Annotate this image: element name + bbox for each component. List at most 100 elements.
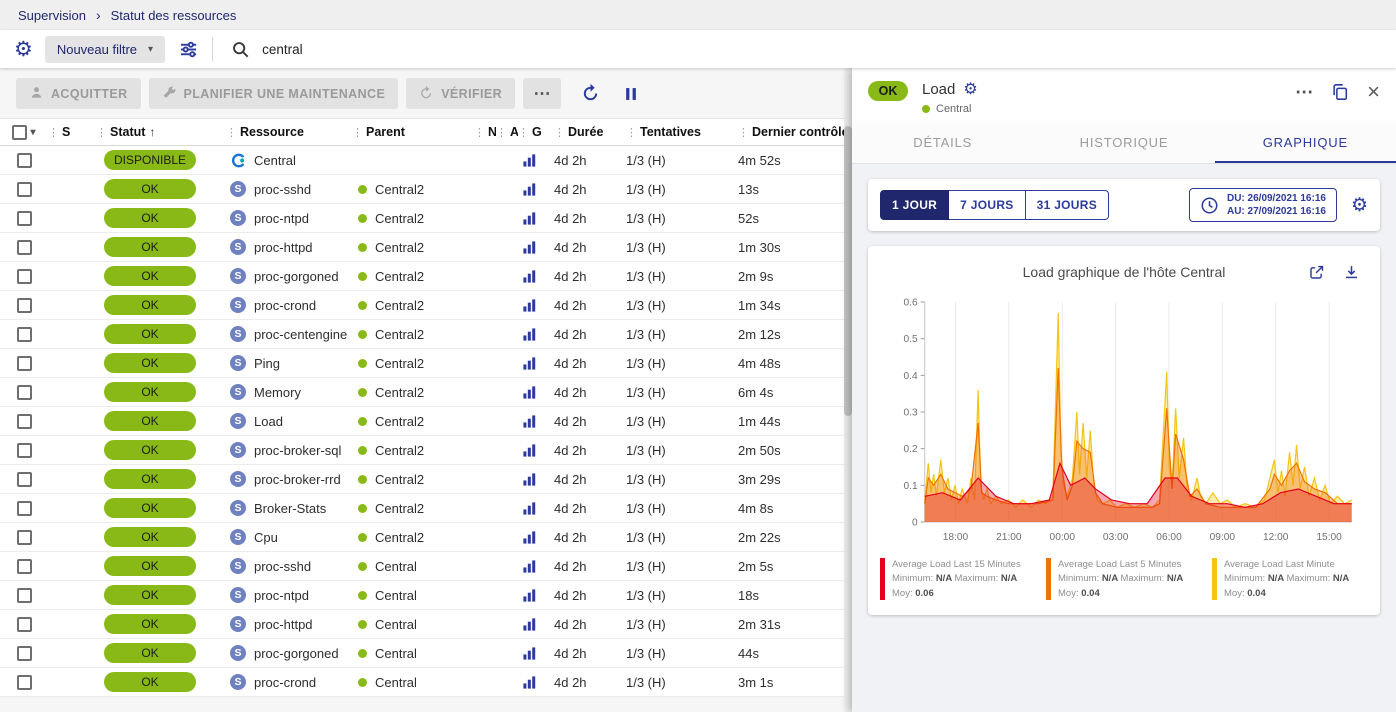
row-checkbox[interactable] [17, 211, 32, 226]
row-checkbox[interactable] [17, 269, 32, 284]
resource-name[interactable]: Ping [254, 356, 280, 371]
parent-name[interactable]: Central2 [375, 240, 424, 255]
date-range-picker[interactable]: DU: 26/09/2021 16:16 AU: 27/09/2021 16:1… [1189, 188, 1337, 222]
resource-name[interactable]: proc-gorgoned [254, 269, 339, 284]
parent-name[interactable]: Central2 [375, 327, 424, 342]
graph-icon[interactable] [522, 443, 537, 458]
header-severity[interactable]: ⋮ S [48, 125, 96, 139]
row-checkbox[interactable] [17, 182, 32, 197]
parent-name[interactable]: Central [375, 646, 417, 661]
row-checkbox[interactable] [17, 617, 32, 632]
check-button[interactable]: VÉRIFIER [406, 78, 515, 109]
graph-icon[interactable] [522, 240, 537, 255]
header-graph[interactable]: ⋮ G [518, 125, 554, 139]
parent-name[interactable]: Central2 [375, 530, 424, 545]
scrollbar-thumb[interactable] [844, 126, 852, 416]
table-row[interactable]: OK S proc-broker-sql Central2 4d 2h 1/3 … [0, 436, 852, 465]
row-checkbox[interactable] [17, 385, 32, 400]
time-range-button[interactable]: 31 JOURS [1026, 190, 1109, 220]
select-all-caret-icon[interactable]: ▾ [30, 127, 35, 138]
table-row[interactable]: OK S Memory Central2 4d 2h 1/3 (H) 6m 4s [0, 378, 852, 407]
row-checkbox[interactable] [17, 646, 32, 661]
graph-icon[interactable] [522, 675, 537, 690]
header-parent[interactable]: ⋮ Parent [352, 125, 474, 139]
parent-name[interactable]: Central2 [375, 472, 424, 487]
resource-name[interactable]: proc-ntpd [254, 211, 309, 226]
resource-name[interactable]: proc-gorgoned [254, 646, 339, 661]
graph-icon[interactable] [522, 182, 537, 197]
resource-name[interactable]: proc-crond [254, 675, 316, 690]
breadcrumb-root[interactable]: Supervision [18, 8, 86, 23]
resource-name[interactable]: proc-broker-rrd [254, 472, 341, 487]
parent-name[interactable]: Central2 [375, 414, 424, 429]
open-in-new-icon[interactable] [1306, 262, 1327, 283]
tab-graphique[interactable]: GRAPHIQUE [1215, 122, 1396, 163]
header-status[interactable]: ⋮ Statut ↑ [96, 125, 226, 139]
graph-icon[interactable] [522, 559, 537, 574]
header-duration[interactable]: ⋮ Durée [554, 125, 626, 139]
graph-icon[interactable] [522, 356, 537, 371]
table-row[interactable]: OK S proc-broker-rrd Central2 4d 2h 1/3 … [0, 465, 852, 494]
row-checkbox[interactable] [17, 501, 32, 516]
refresh-icon[interactable] [579, 82, 602, 105]
row-checkbox[interactable] [17, 298, 32, 313]
row-checkbox[interactable] [17, 240, 32, 255]
graph-icon[interactable] [522, 211, 537, 226]
row-checkbox[interactable] [17, 559, 32, 574]
resource-name[interactable]: proc-sshd [254, 182, 311, 197]
resource-settings-gear-icon[interactable]: ⚙ [963, 82, 977, 98]
tab-details[interactable]: DÉTAILS [852, 122, 1033, 163]
header-acknowledged[interactable]: ⋮ A [496, 125, 518, 139]
header-resource[interactable]: ⋮ Ressource [226, 125, 352, 139]
table-row[interactable]: OK S proc-centengine Central2 4d 2h 1/3 … [0, 320, 852, 349]
graph-icon[interactable] [522, 646, 537, 661]
resource-name[interactable]: proc-sshd [254, 559, 311, 574]
row-checkbox[interactable] [17, 472, 32, 487]
row-checkbox[interactable] [17, 153, 32, 168]
breadcrumb-current[interactable]: Statut des ressources [111, 8, 237, 23]
graph-icon[interactable] [522, 153, 537, 168]
table-row[interactable]: OK S proc-crond Central 4d 2h 1/3 (H) 3m… [0, 668, 852, 697]
search-input[interactable] [262, 42, 822, 57]
row-checkbox[interactable] [17, 414, 32, 429]
parent-name[interactable]: Central [375, 559, 417, 574]
resource-name[interactable]: Cpu [254, 530, 278, 545]
resource-name[interactable]: proc-centengine [254, 327, 347, 342]
plan-maintenance-button[interactable]: PLANIFIER UNE MAINTENANCE [149, 78, 399, 109]
row-checkbox[interactable] [17, 356, 32, 371]
table-row[interactable]: OK S proc-sshd Central 4d 2h 1/3 (H) 2m … [0, 552, 852, 581]
filter-settings-gear-icon[interactable]: ⚙ [14, 39, 33, 60]
resource-name[interactable]: proc-ntpd [254, 588, 309, 603]
more-actions-button[interactable]: ⋯ [523, 78, 561, 109]
acknowledge-button[interactable]: ACQUITTER [16, 78, 141, 109]
resource-name[interactable]: Central [254, 153, 296, 168]
close-icon[interactable]: × [1367, 81, 1380, 103]
graph-icon[interactable] [522, 327, 537, 342]
header-last-check[interactable]: ⋮ Dernier contrôle [738, 125, 852, 139]
table-row[interactable]: OK S proc-sshd Central2 4d 2h 1/3 (H) 13… [0, 175, 852, 204]
copy-link-icon[interactable] [1329, 81, 1351, 103]
table-scrollbar[interactable] [844, 68, 852, 712]
graph-settings-gear-icon[interactable]: ⚙ [1351, 196, 1368, 215]
table-row[interactable]: OK S proc-crond Central2 4d 2h 1/3 (H) 1… [0, 291, 852, 320]
load-chart[interactable]: 18:0021:0000:0003:0006:0009:0012:0015:00… [880, 288, 1368, 550]
table-row[interactable]: OK S Ping Central2 4d 2h 1/3 (H) 4m 48s [0, 349, 852, 378]
table-row[interactable]: OK S proc-httpd Central 4d 2h 1/3 (H) 2m… [0, 610, 852, 639]
header-notification[interactable]: ⋮ N [474, 125, 496, 139]
resource-name[interactable]: proc-broker-sql [254, 443, 341, 458]
panel-more-icon[interactable]: ⋯ [1295, 82, 1313, 103]
parent-name[interactable]: Central2 [375, 385, 424, 400]
table-row[interactable]: OK S Load Central2 4d 2h 1/3 (H) 1m 44s [0, 407, 852, 436]
parent-name[interactable]: Central2 [375, 501, 424, 516]
select-all-checkbox[interactable] [12, 125, 27, 140]
row-checkbox[interactable] [17, 443, 32, 458]
graph-icon[interactable] [522, 298, 537, 313]
resource-name[interactable]: proc-crond [254, 298, 316, 313]
table-row[interactable]: OK S Cpu Central2 4d 2h 1/3 (H) 2m 22s [0, 523, 852, 552]
sort-asc-icon[interactable]: ↑ [149, 125, 155, 139]
row-checkbox[interactable] [17, 675, 32, 690]
tab-historique[interactable]: HISTORIQUE [1033, 122, 1214, 163]
header-tries[interactable]: ⋮ Tentatives [626, 125, 738, 139]
table-row[interactable]: OK S Broker-Stats Central2 4d 2h 1/3 (H)… [0, 494, 852, 523]
download-icon[interactable] [1341, 262, 1362, 283]
